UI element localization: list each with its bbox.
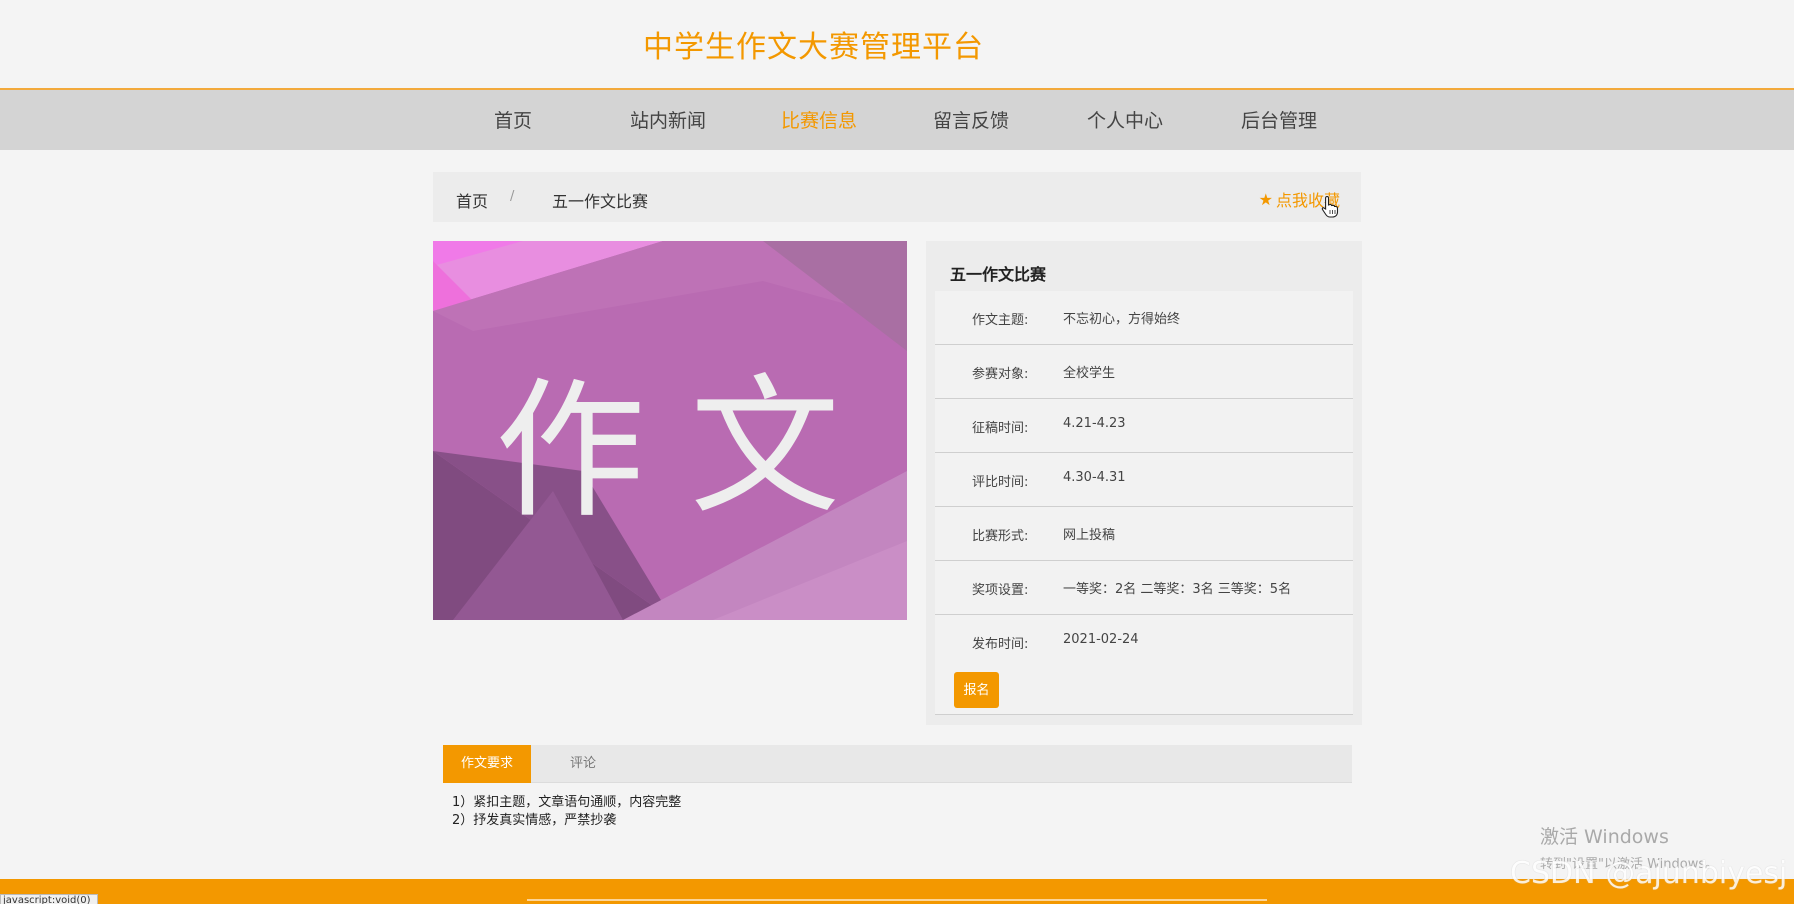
detail-value: 2021-02-24 <box>1063 632 1139 647</box>
detail-label: 作文主题: <box>972 313 1029 328</box>
signup-button[interactable]: 报名 <box>954 672 999 708</box>
detail-value: 一等奖：2名 二等奖：3名 三等奖：5名 <box>1063 582 1292 597</box>
detail-value: 4.21-4.23 <box>1063 416 1126 431</box>
requirement-line: 1）紧扣主题，文章语句通顺，内容完整 <box>452 795 682 810</box>
cover-char-right: 文 <box>690 361 840 535</box>
nav-item-news[interactable]: 站内新闻 <box>630 106 706 133</box>
star-icon: ★ <box>1258 189 1273 209</box>
requirements-content: 1）紧扣主题，文章语句通顺，内容完整 2）抒发真实情感，严禁抄袭 <box>452 794 681 830</box>
breadcrumb-home[interactable]: 首页 <box>456 188 488 212</box>
detail-value: 网上投稿 <box>1063 528 1116 543</box>
detail-tabs: 作文要求 评论 <box>443 745 1352 783</box>
detail-value: 4.30-4.31 <box>1063 470 1126 485</box>
detail-title: 五一作文比赛 <box>950 265 1047 284</box>
csdn-watermark: CSDN @ajunbiyesj <box>1510 856 1788 891</box>
site-title: 中学生作文大赛管理平台 <box>643 30 984 65</box>
detail-row-judging-period: 评比时间: 4.30-4.31 <box>935 453 1353 507</box>
site-header: 中学生作文大赛管理平台 <box>0 0 1794 90</box>
nav-item-home[interactable]: 首页 <box>494 106 532 133</box>
detail-label: 发布时间: <box>972 637 1029 652</box>
competition-detail-panel: 五一作文比赛 作文主题: 不忘初心，方得始终 参赛对象: 全校学生 征稿时间: … <box>926 241 1362 725</box>
signup-row: 报名 <box>935 665 1353 715</box>
nav-item-admin[interactable]: 后台管理 <box>1241 106 1317 133</box>
detail-label: 参赛对象: <box>972 367 1029 382</box>
detail-value: 不忘初心，方得始终 <box>1063 312 1181 327</box>
detail-label: 评比时间: <box>972 475 1029 490</box>
detail-row-publish-date: 发布时间: 2021-02-24 <box>935 615 1353 669</box>
requirement-line: 2）抒发真实情感，严禁抄袭 <box>452 813 617 828</box>
hand-cursor-icon <box>1321 196 1339 218</box>
detail-row-format: 比赛形式: 网上投稿 <box>935 507 1353 561</box>
detail-label: 比赛形式: <box>972 529 1029 544</box>
footer-divider <box>527 899 1267 901</box>
status-bar-url: javascript:void(0) <box>0 894 98 904</box>
detail-row-participants: 参赛对象: 全校学生 <box>935 345 1353 399</box>
competition-cover-image: 作 文 <box>433 241 907 620</box>
detail-label: 征稿时间: <box>972 421 1029 436</box>
breadcrumb-current: 五一作文比赛 <box>552 192 649 211</box>
detail-label: 奖项设置: <box>972 583 1029 598</box>
detail-row-awards: 奖项设置: 一等奖：2名 二等奖：3名 三等奖：5名 <box>935 561 1353 615</box>
breadcrumb: 首页 / 五一作文比赛 ★ 点我收藏 <box>433 172 1361 222</box>
activation-title: 激活 Windows <box>1540 826 1669 848</box>
nav-item-competition[interactable]: 比赛信息 <box>781 106 857 133</box>
detail-value: 全校学生 <box>1063 366 1116 381</box>
breadcrumb-separator: / <box>510 189 515 204</box>
nav-item-profile[interactable]: 个人中心 <box>1087 106 1163 133</box>
tab-comments[interactable]: 评论 <box>563 745 603 783</box>
detail-row-theme: 作文主题: 不忘初心，方得始终 <box>935 291 1353 345</box>
tab-requirements[interactable]: 作文要求 <box>443 745 531 783</box>
main-nav: 首页 站内新闻 比赛信息 留言反馈 个人中心 后台管理 <box>0 90 1794 150</box>
nav-item-feedback[interactable]: 留言反馈 <box>933 106 1009 133</box>
cover-char-left: 作 <box>495 365 645 539</box>
detail-row-submission-period: 征稿时间: 4.21-4.23 <box>935 399 1353 453</box>
